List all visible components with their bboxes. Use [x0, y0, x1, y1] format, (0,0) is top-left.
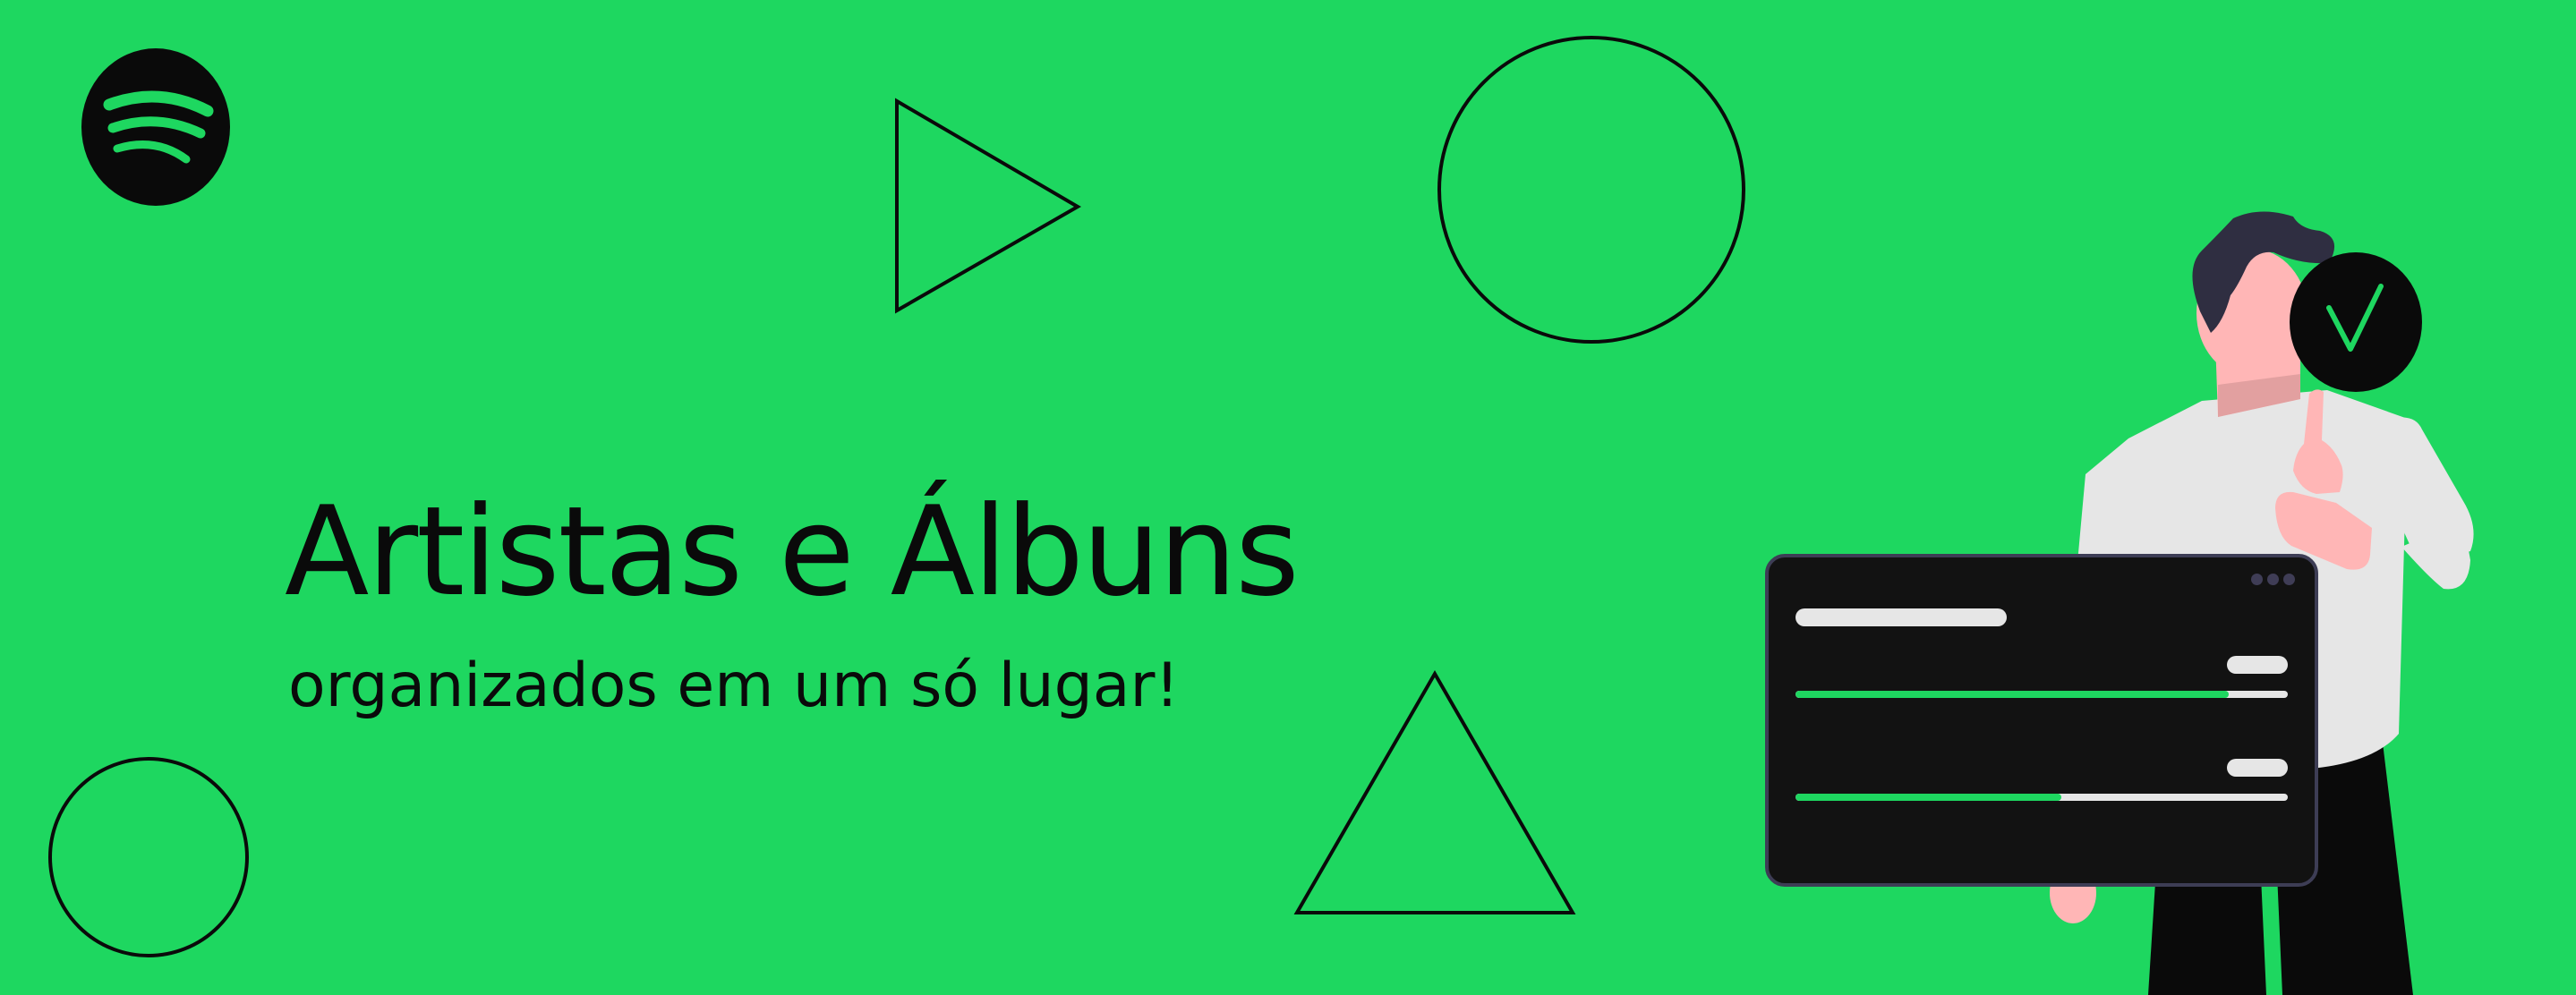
progress-fill-2: [1796, 794, 2061, 801]
track-time-placeholder: [2227, 656, 2288, 674]
player-card: [1765, 554, 2318, 887]
spotify-logo-icon: [81, 48, 230, 206]
checkmark-badge: [2290, 252, 2422, 392]
more-dots-icon: [2251, 574, 2295, 585]
track-time-placeholder: [2227, 759, 2288, 777]
tagline: organizados em um só lugar!: [288, 651, 1180, 721]
progress-track-1: [1796, 691, 2288, 698]
hero-banner: Artistas e Álbuns organizados em um só l…: [0, 0, 2576, 995]
track-title-placeholder: [1796, 608, 2007, 626]
progress-fill-1: [1796, 691, 2229, 698]
progress-track-2: [1796, 794, 2288, 801]
headline: Artistas e Álbuns: [285, 480, 1300, 624]
